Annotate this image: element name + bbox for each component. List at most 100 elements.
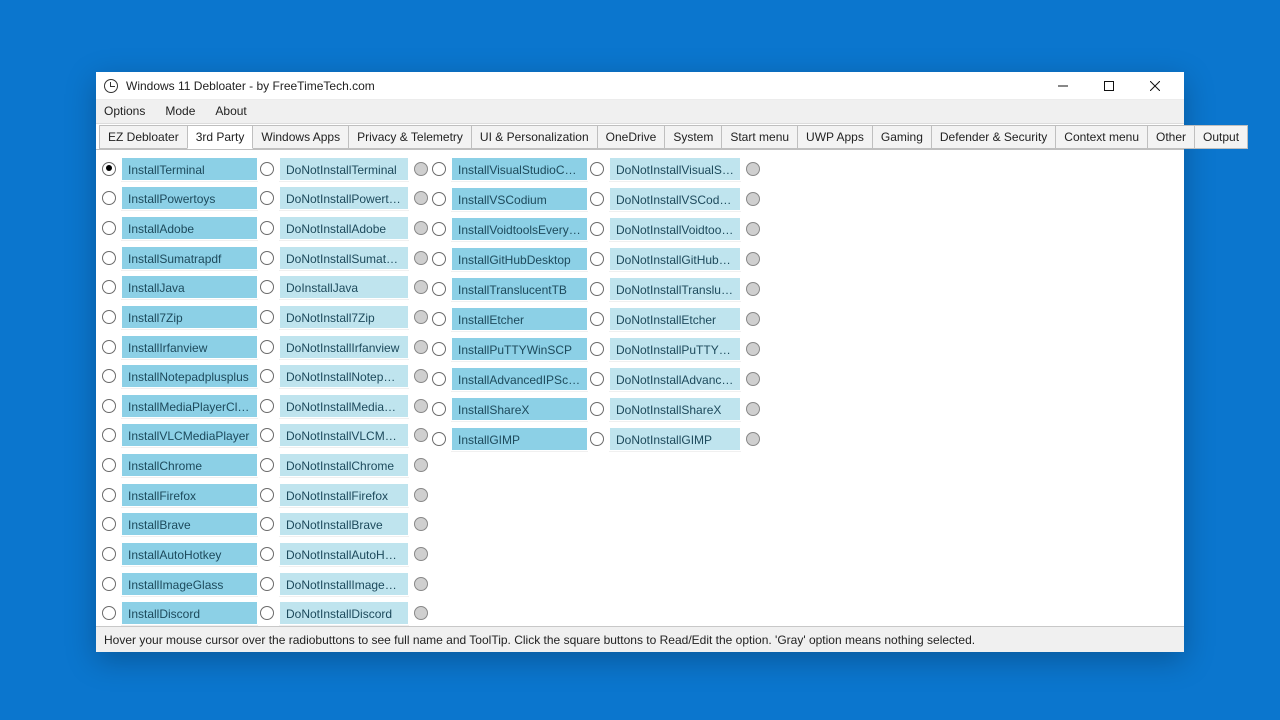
radio-DoNotInstallImageGlass[interactable] [260, 577, 274, 591]
radio-gray[interactable] [414, 577, 428, 591]
option-chip[interactable]: InstallTranslucentTB [451, 277, 588, 301]
option-chip[interactable]: InstallTerminal [121, 157, 258, 181]
option-chip[interactable]: DoNotInstallAdvancedIPScanner [609, 367, 741, 391]
radio-InstallGIMP[interactable] [432, 432, 446, 446]
option-chip[interactable]: DoNotInstallPuTTYWinSCP [609, 337, 741, 361]
option-chip[interactable]: InstallPuTTYWinSCP [451, 337, 588, 361]
radio-DoNotInstallIrfanview[interactable] [260, 340, 274, 354]
radio-DoNotInstallVoidtoolsEverything[interactable] [590, 222, 604, 236]
radio-gray[interactable] [414, 606, 428, 620]
option-chip[interactable]: InstallChrome [121, 453, 258, 477]
radio-InstallTerminal[interactable] [102, 162, 116, 176]
option-chip[interactable]: InstallVLCMediaPlayer [121, 423, 258, 447]
option-chip[interactable]: DoNotInstallVLCMediaPlayer [279, 423, 409, 447]
radio-DoNotInstallAdobe[interactable] [260, 221, 274, 235]
option-chip[interactable]: InstallSumatrapdf [121, 246, 258, 270]
radio-InstallSumatrapdf[interactable] [102, 251, 116, 265]
radio-InstallFirefox[interactable] [102, 488, 116, 502]
option-chip[interactable]: DoNotInstallAutoHotkey [279, 542, 409, 566]
option-chip[interactable]: InstallVSCodium [451, 187, 588, 211]
radio-DoNotInstallFirefox[interactable] [260, 488, 274, 502]
radio-InstallAdobe[interactable] [102, 221, 116, 235]
menu-about[interactable]: About [211, 104, 250, 118]
tab-ui-personalization[interactable]: UI & Personalization [471, 125, 598, 149]
radio-gray[interactable] [746, 342, 760, 356]
option-chip[interactable]: InstallPowertoys [121, 186, 258, 210]
radio-gray[interactable] [414, 191, 428, 205]
radio-InstallIrfanview[interactable] [102, 340, 116, 354]
radio-DoNotInstallChrome[interactable] [260, 458, 274, 472]
radio-gray[interactable] [414, 221, 428, 235]
radio-gray[interactable] [746, 312, 760, 326]
option-chip[interactable]: InstallIrfanview [121, 335, 258, 359]
radio-gray[interactable] [746, 192, 760, 206]
option-chip[interactable]: InstallShareX [451, 397, 588, 421]
radio-DoNotInstallGIMP[interactable] [590, 432, 604, 446]
radio-gray[interactable] [414, 162, 428, 176]
option-chip[interactable]: InstallBrave [121, 512, 258, 536]
tab-uwp-apps[interactable]: UWP Apps [797, 125, 873, 149]
radio-gray[interactable] [746, 282, 760, 296]
option-chip[interactable]: DoNotInstallDiscord [279, 601, 409, 625]
radio-DoNotInstallSumatrapdf[interactable] [260, 251, 274, 265]
option-chip[interactable]: InstallNotepadplusplus [121, 364, 258, 388]
radio-gray[interactable] [746, 162, 760, 176]
radio-gray[interactable] [414, 488, 428, 502]
radio-DoNotInstallVLCMediaPlayer[interactable] [260, 428, 274, 442]
option-chip[interactable]: DoNotInstallTranslucentTB [609, 277, 741, 301]
option-chip[interactable]: DoNotInstallAdobe [279, 216, 409, 240]
tab-windows-apps[interactable]: Windows Apps [252, 125, 349, 149]
radio-DoNotInstallPowertoys[interactable] [260, 191, 274, 205]
option-chip[interactable]: DoNotInstallVisualStudioCode [609, 157, 741, 181]
maximize-button[interactable] [1086, 72, 1132, 100]
radio-gray[interactable] [746, 372, 760, 386]
option-chip[interactable]: InstallImageGlass [121, 572, 258, 596]
radio-DoNotInstallBrave[interactable] [260, 517, 274, 531]
radio-gray[interactable] [414, 310, 428, 324]
radio-DoNotInstallEtcher[interactable] [590, 312, 604, 326]
option-chip[interactable]: InstallAutoHotkey [121, 542, 258, 566]
radio-gray[interactable] [414, 280, 428, 294]
option-chip[interactable]: InstallGitHubDesktop [451, 247, 588, 271]
option-chip[interactable]: DoNotInstall7Zip [279, 305, 409, 329]
tab-context-menu[interactable]: Context menu [1055, 125, 1148, 149]
option-chip[interactable]: InstallVoidtoolsEverything [451, 217, 588, 241]
radio-InstallChrome[interactable] [102, 458, 116, 472]
option-chip[interactable]: InstallGIMP [451, 427, 588, 451]
menu-mode[interactable]: Mode [161, 104, 199, 118]
option-chip[interactable]: DoNotInstallVSCodium [609, 187, 741, 211]
radio-InstallVoidtoolsEverything[interactable] [432, 222, 446, 236]
option-chip[interactable]: InstallEtcher [451, 307, 588, 331]
option-chip[interactable]: InstallAdvancedIPScanner [451, 367, 588, 391]
radio-InstallBrave[interactable] [102, 517, 116, 531]
radio-gray[interactable] [414, 369, 428, 383]
radio-DoNotInstallGitHubDesktop[interactable] [590, 252, 604, 266]
minimize-button[interactable] [1040, 72, 1086, 100]
radio-DoNotInstallShareX[interactable] [590, 402, 604, 416]
radio-InstallImageGlass[interactable] [102, 577, 116, 591]
radio-InstallMediaPlayerClassic[interactable] [102, 399, 116, 413]
option-chip[interactable]: DoNotInstallChrome [279, 453, 409, 477]
radio-InstallGitHubDesktop[interactable] [432, 252, 446, 266]
radio-gray[interactable] [414, 340, 428, 354]
tab-3rd-party[interactable]: 3rd Party [187, 125, 254, 149]
option-chip[interactable]: DoNotInstallFirefox [279, 483, 409, 507]
option-chip[interactable]: Install7Zip [121, 305, 258, 329]
radio-DoNotInstallTerminal[interactable] [260, 162, 274, 176]
radio-DoInstallJava[interactable] [260, 280, 274, 294]
close-button[interactable] [1132, 72, 1178, 100]
option-chip[interactable]: DoNotInstallImageGlass [279, 572, 409, 596]
radio-DoNotInstallPuTTYWinSCP[interactable] [590, 342, 604, 356]
option-chip[interactable]: DoNotInstallMediaPlayerClassic [279, 394, 409, 418]
menu-options[interactable]: Options [100, 104, 149, 118]
radio-gray[interactable] [414, 547, 428, 561]
radio-gray[interactable] [414, 458, 428, 472]
option-chip[interactable]: DoNotInstallShareX [609, 397, 741, 421]
tab-start-menu[interactable]: Start menu [721, 125, 798, 149]
radio-DoNotInstallMediaPlayerClassic[interactable] [260, 399, 274, 413]
radio-DoNotInstallAdvancedIPScanner[interactable] [590, 372, 604, 386]
radio-DoNotInstall7Zip[interactable] [260, 310, 274, 324]
radio-InstallVisualStudioCode[interactable] [432, 162, 446, 176]
option-chip[interactable]: DoNotInstallGitHubDesktop [609, 247, 741, 271]
radio-InstallAdvancedIPScanner[interactable] [432, 372, 446, 386]
